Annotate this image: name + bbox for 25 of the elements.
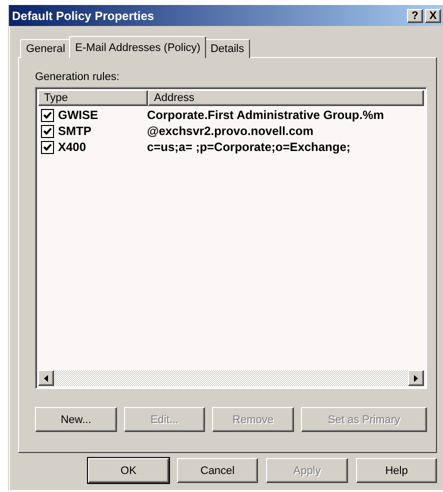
column-header[interactable]: Type [38, 90, 148, 106]
checkbox[interactable] [41, 108, 54, 122]
list-label: Generation rules: [35, 71, 120, 83]
horizontal-scrollbar[interactable] [38, 370, 424, 386]
column-header[interactable]: Address [148, 90, 424, 106]
table-cell: SMTP [58, 124, 92, 138]
dialog-button[interactable]: OK [88, 458, 169, 483]
table-cell: GWISE [58, 108, 98, 122]
table-cell: Corporate.First Administrative Group.%m [147, 108, 384, 122]
tab[interactable]: Details [204, 39, 250, 58]
tab[interactable]: General [20, 39, 72, 58]
scroll-left-icon [44, 374, 48, 382]
table-cell: @exchsvr2.provo.novell.com [147, 124, 314, 138]
rule-button[interactable]: New... [35, 407, 117, 432]
checkbox[interactable] [41, 140, 54, 154]
table-cell: c=us;a= ;p=Corporate;o=Exchange; [147, 140, 350, 154]
table-cell: X400 [58, 140, 86, 154]
dialog-button[interactable]: Cancel [177, 458, 258, 483]
tab[interactable]: E-Mail Addresses (Policy) [69, 36, 206, 58]
scroll-right-icon [414, 374, 418, 382]
close-button[interactable]: X [425, 8, 441, 22]
help-button[interactable]: ? [407, 8, 423, 22]
checkbox[interactable] [41, 124, 54, 138]
window-title: Default Policy Properties [12, 8, 156, 22]
dialog-button[interactable]: Help [356, 458, 437, 483]
